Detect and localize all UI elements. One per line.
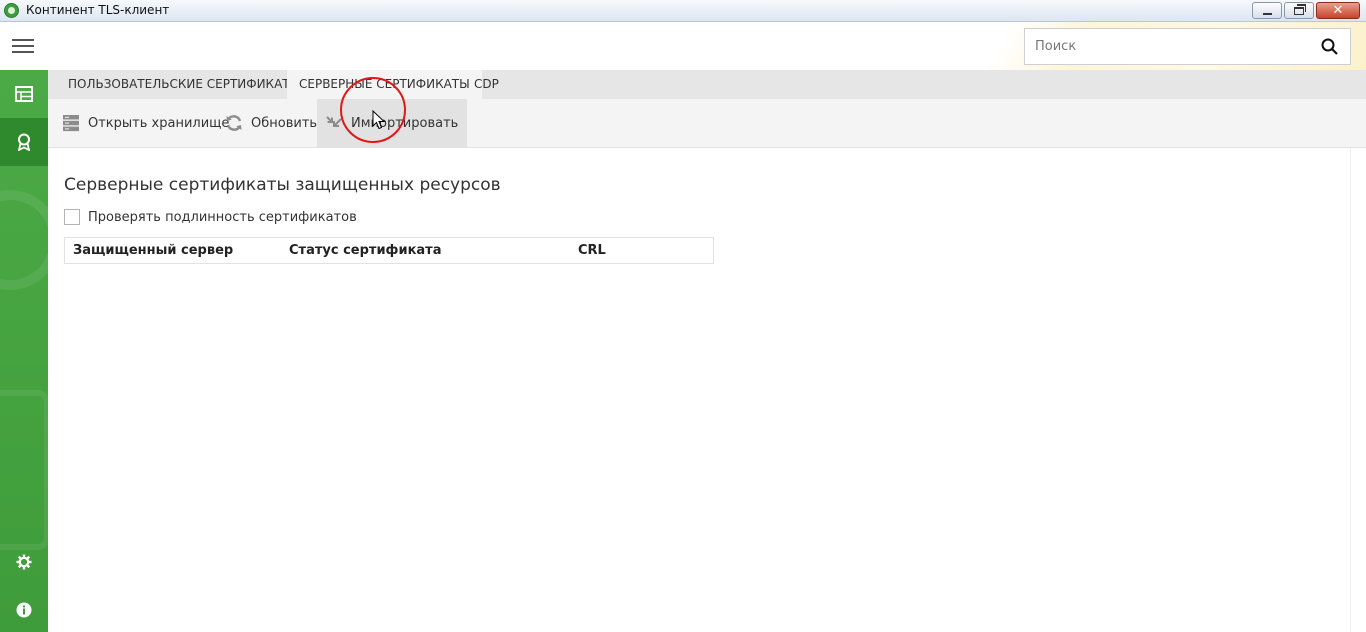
refresh-icon [226,115,242,131]
gear-icon [16,554,32,570]
open-storage-button[interactable]: Открыть хранилище [48,99,237,147]
sidebar-item-certificates[interactable] [0,118,48,166]
sidebar-decoration-2 [0,390,48,550]
app-header [0,22,1366,70]
sidebar-item-about[interactable] [0,586,48,632]
window-controls: ✕ [1252,2,1360,19]
tab-user-certificates[interactable]: ПОЛЬЗОВАТЕЛЬСКИЕ СЕРТИФИКАТЫ [56,70,312,99]
refresh-label: Обновить [251,115,318,131]
verify-certificates-option[interactable]: Проверять подлинность сертификатов [64,209,357,225]
toolbar: Открыть хранилище Обновить Импортировать [48,99,1366,148]
main-content: Серверные сертификаты защищенных ресурсо… [48,148,1366,632]
restore-button[interactable] [1284,2,1314,19]
sidebar-decoration [0,190,48,290]
verify-certificates-label: Проверять подлинность сертификатов [88,209,357,225]
tab-cdp[interactable]: CDP [462,70,511,99]
certificate-icon [17,133,31,151]
column-header-server[interactable]: Защищенный сервер [73,243,233,258]
sidebar-item-connections[interactable] [0,70,48,118]
app-logo-icon [4,3,19,18]
hamburger-menu-icon[interactable] [12,39,34,53]
column-header-crl[interactable]: CRL [578,243,606,258]
column-header-status[interactable]: Статус сертификата [289,243,441,258]
table-icon [15,86,33,102]
sidebar-item-settings[interactable] [0,538,48,586]
verify-certificates-checkbox[interactable] [64,209,80,225]
refresh-button[interactable]: Обновить [211,99,325,147]
open-storage-label: Открыть хранилище [88,115,230,131]
sidebar [0,70,48,632]
close-button[interactable]: ✕ [1316,2,1360,19]
server-certificates-table: Защищенный сервер Статус сертификата CRL [64,237,714,264]
minimize-button[interactable] [1252,2,1282,19]
search-input[interactable] [1025,29,1310,64]
window-title: Континент TLS-клиент [26,3,170,17]
vertical-scrollbar[interactable] [1350,148,1366,632]
search-icon[interactable] [1321,38,1338,55]
info-icon [16,602,32,618]
page-title: Серверные сертификаты защищенных ресурсо… [64,175,501,195]
storage-icon [63,115,79,132]
mouse-cursor-icon [372,110,386,130]
window-titlebar: Континент TLS-клиент ✕ [0,0,1366,22]
tab-bar: ПОЛЬЗОВАТЕЛЬСКИЕ СЕРТИФИКАТЫ СЕРВЕРНЫЕ С… [48,70,1366,99]
search-box [1024,28,1351,65]
